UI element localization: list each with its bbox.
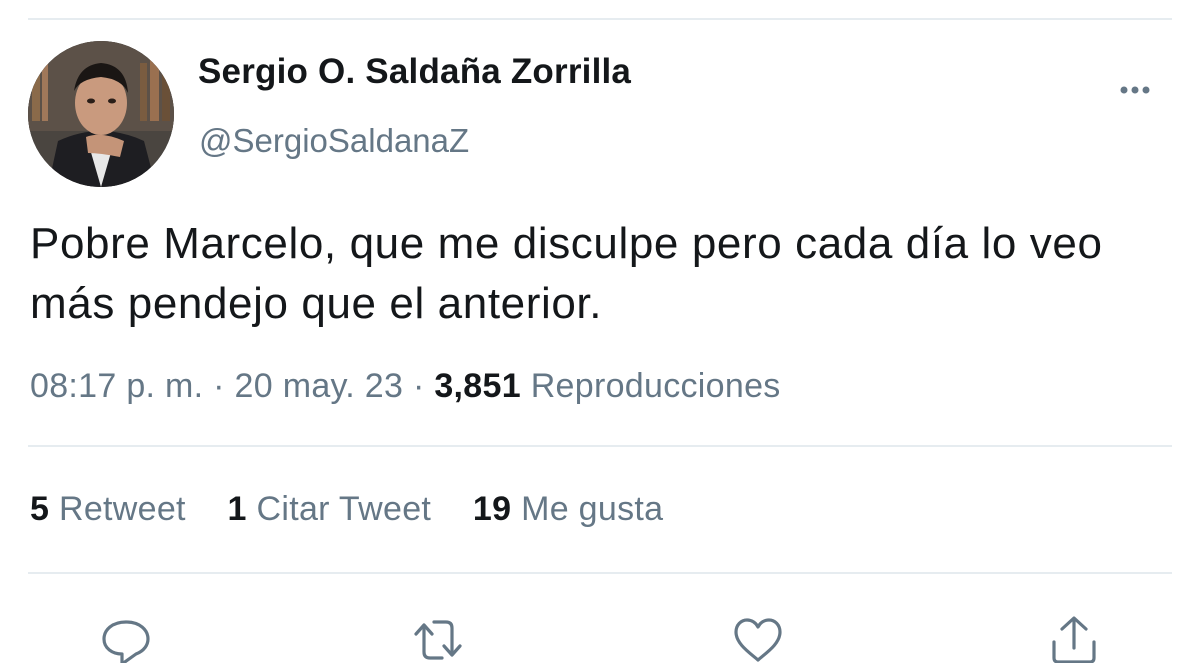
reply-button[interactable] [98, 612, 154, 663]
more-horizontal-icon [1120, 86, 1150, 94]
stats-divider [28, 572, 1172, 574]
heart-icon [734, 618, 782, 662]
author-handle[interactable]: @SergioSaldanaZ [199, 122, 469, 160]
retweets-stat[interactable]: 5 Retweet [30, 490, 186, 528]
share-button[interactable] [1046, 612, 1102, 663]
likes-label: Me gusta [521, 490, 664, 528]
tweet-time[interactable]: 08:17 p. m. [30, 367, 203, 405]
tweet-meta: 08:17 p. m. · 20 may. 23 · 3,851 Reprodu… [30, 367, 781, 406]
avatar[interactable] [28, 41, 174, 187]
tweet-text: Pobre Marcelo, que me disculpe pero cada… [30, 219, 1103, 328]
likes-count: 19 [472, 490, 512, 528]
retweet-icon [414, 620, 462, 660]
engagement-stats: 5 Retweet 1 Citar Tweet 19 Me gusta [30, 490, 695, 529]
reply-icon [102, 620, 150, 663]
views-count: 3,851 [434, 367, 521, 405]
meta-separator: · [412, 367, 425, 405]
like-button[interactable] [730, 612, 786, 663]
quotes-stat[interactable]: 1 Citar Tweet [228, 490, 432, 528]
share-icon [1052, 616, 1096, 663]
quotes-count: 1 [227, 490, 247, 528]
meta-separator: · [213, 367, 225, 405]
views-label: Reproducciones [530, 367, 781, 405]
tweet-date[interactable]: 20 may. 23 [235, 367, 404, 405]
retweet-button[interactable] [410, 612, 466, 663]
top-divider [28, 18, 1172, 20]
quotes-label: Citar Tweet [256, 490, 432, 528]
retweets-count: 5 [30, 490, 50, 528]
avatar-photo [28, 41, 174, 187]
meta-divider [28, 445, 1172, 447]
more-options-button[interactable] [1110, 70, 1160, 110]
tweet-detail-view: Sergio O. Saldaña Zorrilla @SergioSaldan… [0, 0, 1200, 663]
author-display-name[interactable]: Sergio O. Saldaña Zorrilla [198, 52, 631, 92]
retweets-label: Retweet [58, 490, 186, 528]
likes-stat[interactable]: 19 Me gusta [473, 490, 663, 528]
